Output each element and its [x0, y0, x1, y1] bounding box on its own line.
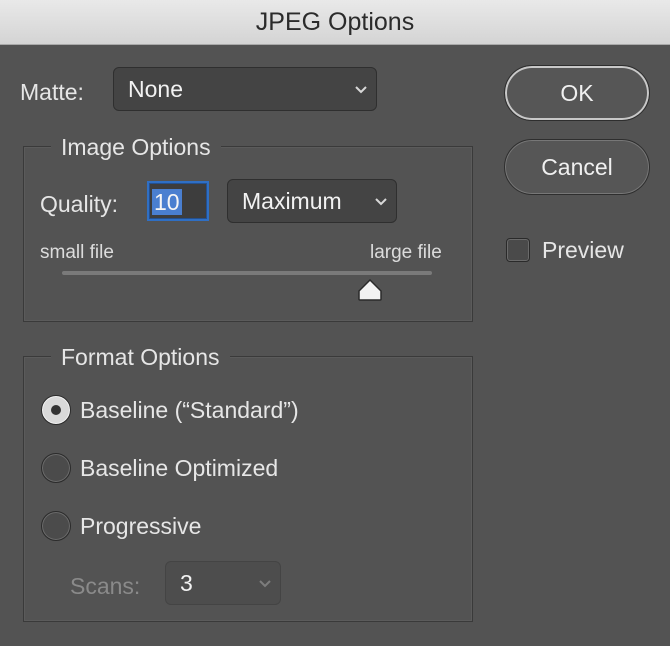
title-bar: JPEG Options: [0, 0, 670, 45]
chevron-down-icon: [346, 85, 376, 94]
matte-label: Matte:: [20, 79, 84, 105]
radio-baseline-optimized-label[interactable]: Baseline Optimized: [80, 455, 278, 482]
scans-select-value: 3: [180, 569, 193, 596]
quality-input[interactable]: 10: [147, 181, 209, 221]
quality-slider-thumb[interactable]: [357, 278, 383, 301]
cancel-button[interactable]: Cancel: [504, 139, 650, 195]
preview-label[interactable]: Preview: [542, 237, 624, 264]
matte-select-value: None: [128, 75, 183, 102]
window-title: JPEG Options: [255, 7, 415, 36]
chevron-down-icon: [366, 197, 396, 206]
radio-baseline-standard-label[interactable]: Baseline (“Standard”): [80, 397, 299, 424]
matte-select[interactable]: None: [113, 67, 377, 111]
radio-progressive-label[interactable]: Progressive: [80, 513, 201, 540]
radio-progressive[interactable]: [41, 511, 71, 541]
image-options-legend: Image Options: [51, 134, 221, 161]
slider-max-label: large file: [370, 242, 442, 263]
scans-select[interactable]: 3: [165, 561, 281, 605]
format-options-legend: Format Options: [51, 344, 230, 371]
ok-button[interactable]: OK: [504, 65, 650, 121]
radio-baseline-standard[interactable]: [41, 395, 71, 425]
quality-input-value: 10: [152, 189, 182, 215]
quality-slider-track[interactable]: [62, 271, 432, 275]
ok-button-label: OK: [560, 79, 594, 106]
cancel-button-label: Cancel: [541, 153, 613, 180]
quality-preset-select[interactable]: Maximum: [227, 179, 397, 223]
quality-label: Quality:: [40, 191, 118, 217]
image-options-group: [23, 146, 473, 322]
slider-min-label: small file: [40, 242, 114, 263]
radio-selected-dot: [51, 405, 61, 415]
preview-checkbox[interactable]: [506, 238, 530, 262]
quality-preset-value: Maximum: [242, 187, 342, 214]
scans-label: Scans:: [70, 573, 141, 599]
radio-baseline-optimized[interactable]: [41, 453, 71, 483]
chevron-down-icon: [250, 579, 280, 588]
